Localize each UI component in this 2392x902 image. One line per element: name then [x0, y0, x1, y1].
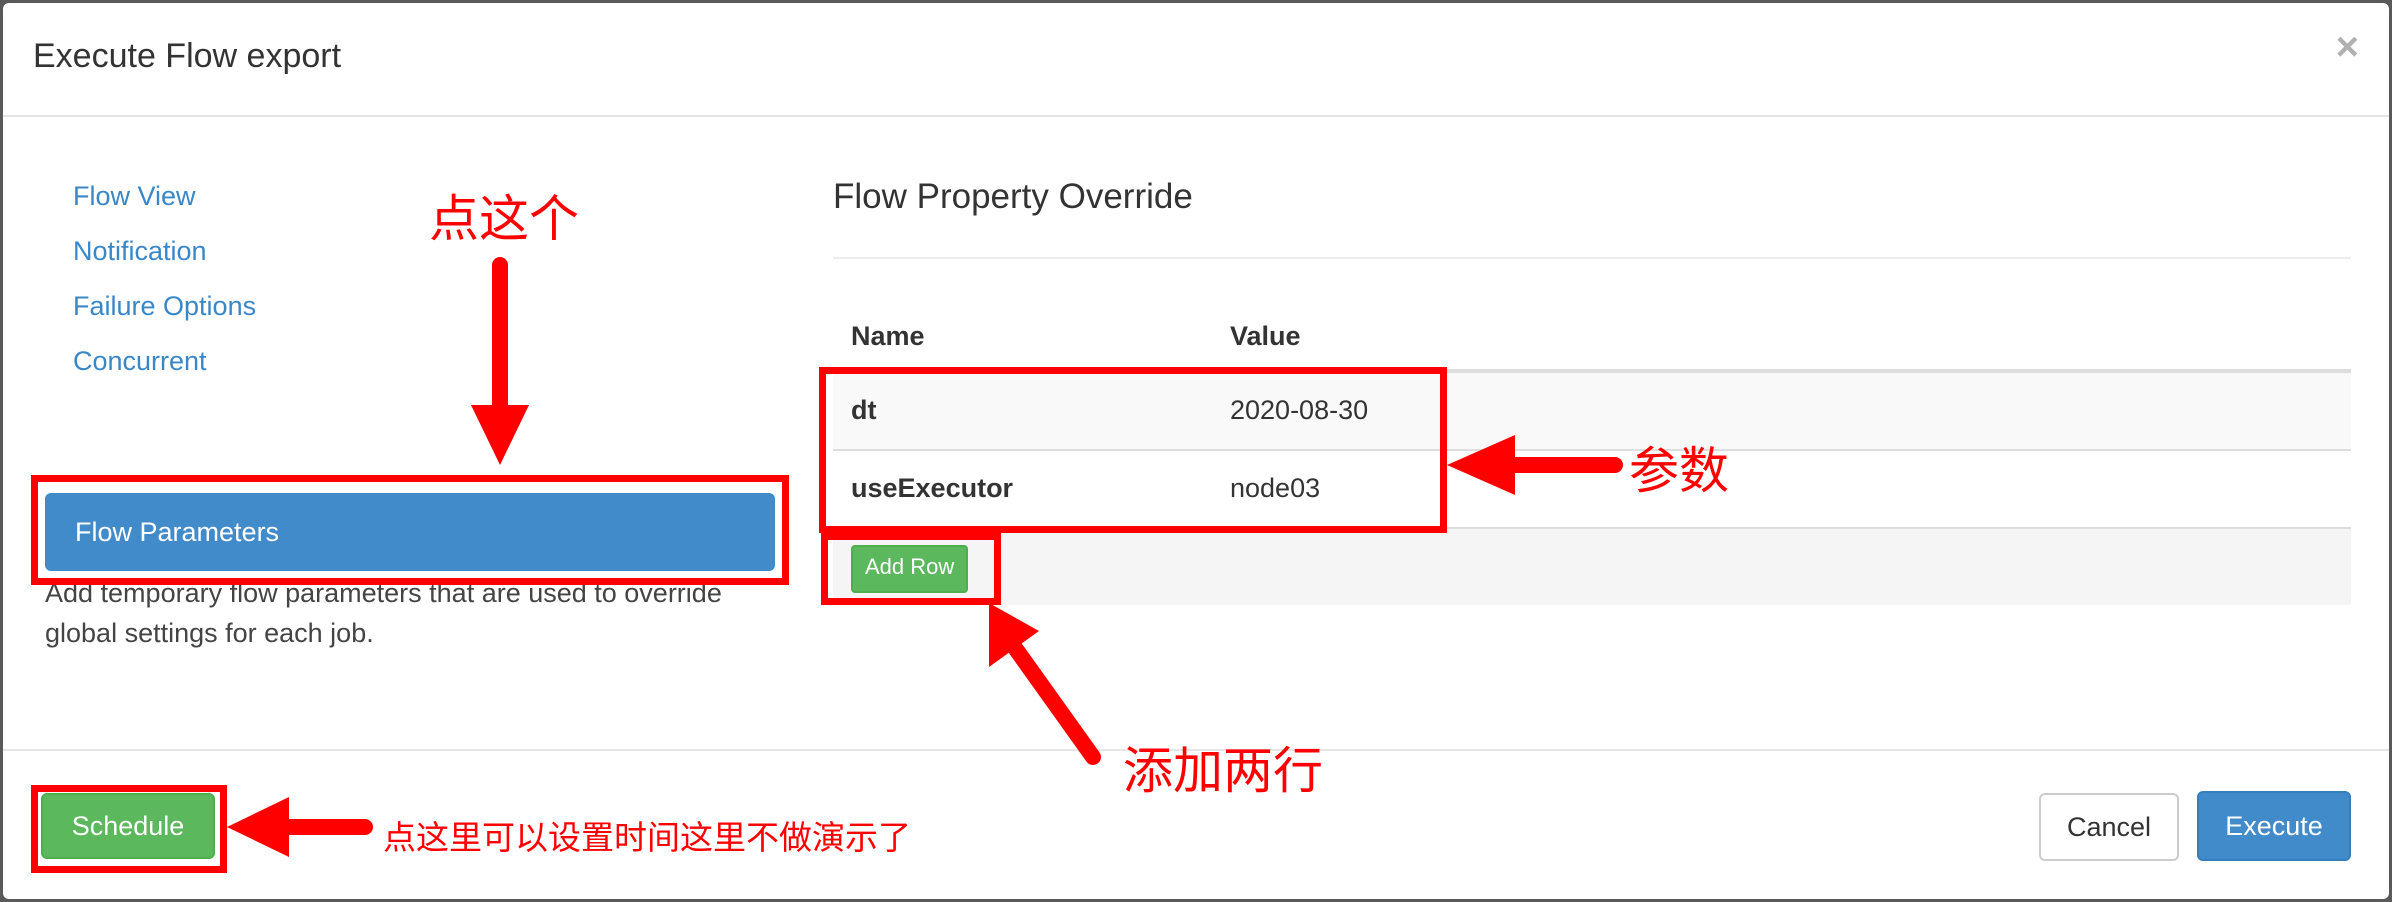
annotation-params: 参数: [1629, 443, 1729, 499]
annotation-add-two-rows: 添加两行: [1123, 743, 1323, 799]
annotation-schedule-note: 点这里可以设置时间这里不做演示了: [383, 819, 911, 856]
annotation-click-this: 点这个: [429, 191, 579, 247]
execute-flow-dialog: Execute Flow export × Flow View Notifica…: [3, 3, 2389, 899]
